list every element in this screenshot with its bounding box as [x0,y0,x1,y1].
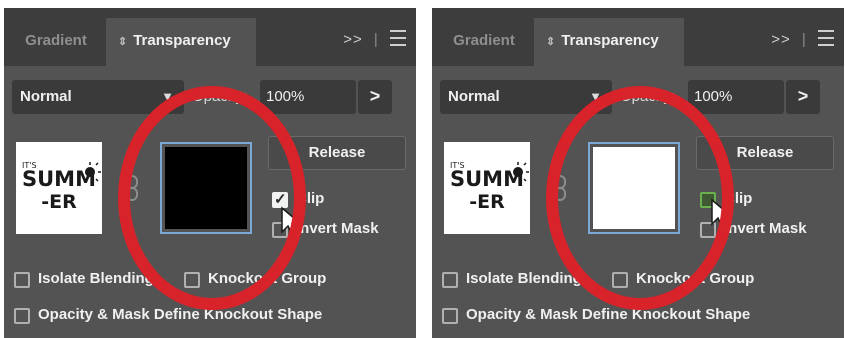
summer-artwork: SUMM -ER IT'S [22,161,101,213]
artwork-text-top: SUMM [22,167,96,191]
tab-options-icon: ⇕ [118,36,128,48]
opacity-mask-thumbnail[interactable] [160,142,252,234]
tab-transparency-label: Transparency [561,32,659,49]
overflow-button[interactable]: >> [771,31,791,48]
link-icon[interactable] [124,174,140,202]
menu-icon[interactable] [390,30,406,46]
blend-mode-value: Normal [20,88,72,105]
opacity-label: Opacity: [620,88,676,105]
artwork-text-bottom: -ER [41,191,77,213]
tab-transparency[interactable]: ⇕ Transparency [106,18,256,66]
cursor-arrow-icon [711,198,734,231]
divider: | [373,31,379,48]
blend-mode-value: Normal [448,88,500,105]
opacity-mask-knockout-label: Opacity & Mask Define Knockout Shape [38,306,323,323]
opacity-slider-button[interactable]: > [358,80,392,114]
panel-menu-area: >> | [765,28,834,48]
divider: | [801,31,807,48]
overflow-button[interactable]: >> [343,31,363,48]
knockout-group-label: Knockout Group [636,270,755,287]
knockout-group-checkbox[interactable] [184,272,200,288]
opacity-label: Opacity: [192,88,248,105]
tab-gradient[interactable]: Gradient [10,18,102,66]
release-button[interactable]: Release [268,136,406,170]
panel-tab-bar: Gradient ⇕ Transparency >> | [4,8,416,66]
link-icon[interactable] [552,174,568,202]
panel-menu-area: >> | [337,28,406,48]
clip-label: Clip [296,190,325,207]
summer-artwork: SUMM -ER IT'S [450,161,529,213]
opacity-mask-knockout-checkbox[interactable] [14,308,30,324]
opacity-input[interactable]: 100% [688,80,784,114]
isolate-blending-label: Isolate Blending [38,270,154,287]
isolate-blending-checkbox[interactable] [442,272,458,288]
opacity-mask-thumbnail[interactable] [588,142,680,234]
tab-transparency[interactable]: ⇕ Transparency [534,18,684,66]
artwork-thumbnail[interactable]: SUMM -ER IT'S [444,142,530,234]
artwork-thumbnail[interactable]: SUMM -ER IT'S [16,142,102,234]
mask-fill [593,147,675,229]
tab-transparency-label: Transparency [133,32,231,49]
release-button[interactable]: Release [696,136,834,170]
artwork-text-top: SUMM [450,167,524,191]
blend-mode-select[interactable]: Normal ▼ [12,80,184,114]
invert-mask-label: Invert Mask [724,220,807,237]
transparency-panel-before: Gradient ⇕ Transparency >> | Normal ▼ Opa… [4,8,416,338]
opacity-slider-button[interactable]: > [786,80,820,114]
cursor-arrow-icon [281,206,304,239]
tab-gradient[interactable]: Gradient [438,18,530,66]
opacity-mask-knockout-label: Opacity & Mask Define Knockout Shape [466,306,751,323]
blend-mode-select[interactable]: Normal ▼ [440,80,612,114]
isolate-blending-label: Isolate Blending [466,270,582,287]
transparency-panel-after: Gradient ⇕ Transparency >> | Normal ▼ Opa… [432,8,844,338]
panel-tab-bar: Gradient ⇕ Transparency >> | [432,8,844,66]
knockout-group-checkbox[interactable] [612,272,628,288]
dropdown-caret-icon: ▼ [161,89,174,104]
dropdown-caret-icon: ▼ [589,89,602,104]
invert-mask-label: Invert Mask [296,220,379,237]
menu-icon[interactable] [818,30,834,46]
svg-text:IT'S: IT'S [450,161,465,170]
tab-options-icon: ⇕ [546,36,556,48]
knockout-group-label: Knockout Group [208,270,327,287]
opacity-input[interactable]: 100% [260,80,356,114]
svg-text:IT'S: IT'S [22,161,37,170]
artwork-text-bottom: -ER [469,191,505,213]
isolate-blending-checkbox[interactable] [14,272,30,288]
opacity-mask-knockout-checkbox[interactable] [442,308,458,324]
mask-fill [165,147,247,229]
